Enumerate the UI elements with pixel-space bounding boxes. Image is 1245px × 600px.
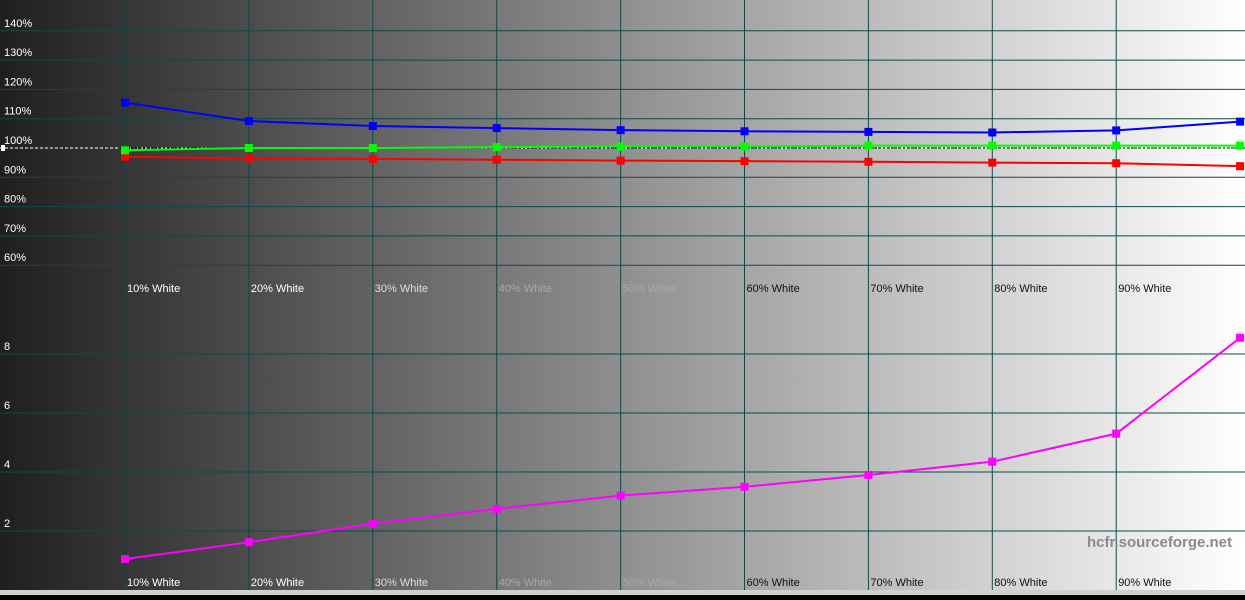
magenta-data-point — [1236, 333, 1245, 342]
green-data-point — [121, 146, 129, 155]
x-tick-label: 90% White — [1118, 577, 1171, 589]
green-data-point — [740, 142, 749, 151]
y-tick-label: 110% — [4, 106, 32, 118]
red-data-point — [368, 154, 377, 163]
rgb-balance-and-deltae-chart: 60% 70% 80% 90% 100% 110% 120% 130% 140% 10% Whit… — [0, 0, 1245, 595]
y-tick-label: 90% — [4, 164, 26, 176]
blue-data-point — [1112, 126, 1121, 135]
blue-data-point — [368, 122, 377, 131]
chart-svg: 60% 70% 80% 90% 100% 110% 120% 130% 140% 10% Whit… — [0, 0, 1245, 595]
y-tick-label: 120% — [4, 76, 32, 88]
y-tick-label: 60% — [4, 252, 26, 264]
magenta-data-point — [1112, 429, 1121, 438]
y-tick-label: 140% — [4, 18, 32, 30]
blue-data-point — [492, 124, 501, 133]
red-data-point — [988, 158, 997, 167]
green-data-point — [616, 142, 625, 151]
x-tick-label: 30% White — [375, 577, 428, 589]
red-data-point — [616, 156, 625, 165]
green-data-point — [988, 141, 997, 150]
x-tick-label: 70% White — [870, 577, 923, 589]
blue-data-point — [988, 128, 997, 137]
magenta-data-point — [492, 504, 501, 513]
red-data-point — [864, 157, 873, 166]
green-data-point — [1112, 141, 1121, 150]
blue-data-point — [121, 98, 129, 107]
red-data-point — [1112, 159, 1121, 168]
blue-data-point — [244, 117, 253, 126]
x-tick-label: 30% White — [375, 283, 428, 295]
magenta-data-point — [244, 538, 253, 547]
chart-background — [0, 0, 1245, 590]
green-data-point — [864, 141, 873, 150]
magenta-data-point — [616, 491, 625, 500]
magenta-data-point — [121, 555, 129, 564]
y-tick-label: 130% — [4, 47, 32, 59]
green-data-point — [1236, 141, 1245, 150]
red-data-point — [244, 154, 253, 163]
x-tick-label: 10% White — [127, 283, 180, 295]
y-tick-label: 4 — [4, 459, 10, 471]
x-tick-label: 50% White — [623, 577, 676, 589]
y-tick-label: 6 — [4, 400, 10, 412]
y-tick-label: 80% — [4, 194, 26, 206]
blue-data-point — [616, 126, 625, 135]
x-tick-label: 10% White — [127, 577, 180, 589]
x-tick-label: 90% White — [1118, 283, 1171, 295]
magenta-data-point — [988, 457, 997, 466]
green-data-point — [492, 143, 501, 152]
blue-data-point — [864, 127, 873, 136]
green-data-point — [368, 144, 377, 152]
x-tick-label: 40% White — [499, 283, 552, 295]
x-tick-label: 20% White — [251, 283, 304, 295]
y-tick-label: 2 — [4, 518, 10, 530]
x-tick-label: 20% White — [251, 577, 304, 589]
magenta-data-point — [864, 470, 873, 479]
red-data-point — [740, 157, 749, 166]
red-data-point — [492, 155, 501, 164]
bottom-bar — [0, 590, 1245, 595]
x-tick-label: 60% White — [747, 283, 800, 295]
x-tick-label: 40% White — [499, 577, 552, 589]
y-tick-label: 100% — [4, 135, 32, 147]
y-tick-label: 8 — [4, 341, 10, 353]
blue-data-point — [1236, 117, 1245, 126]
x-tick-label: 80% White — [994, 577, 1047, 589]
x-tick-label: 80% White — [994, 283, 1047, 295]
x-tick-label: 60% White — [747, 577, 800, 589]
magenta-data-point — [368, 519, 377, 528]
red-data-point — [1236, 162, 1245, 171]
x-tick-label: 50% White — [623, 283, 676, 295]
magenta-data-point — [740, 482, 749, 491]
blue-data-point — [740, 127, 749, 136]
x-tick-label: 70% White — [870, 283, 923, 295]
watermark: hcfr.sourceforge.net — [1087, 534, 1232, 551]
green-data-point — [244, 144, 253, 152]
y-tick-label: 70% — [4, 223, 26, 235]
